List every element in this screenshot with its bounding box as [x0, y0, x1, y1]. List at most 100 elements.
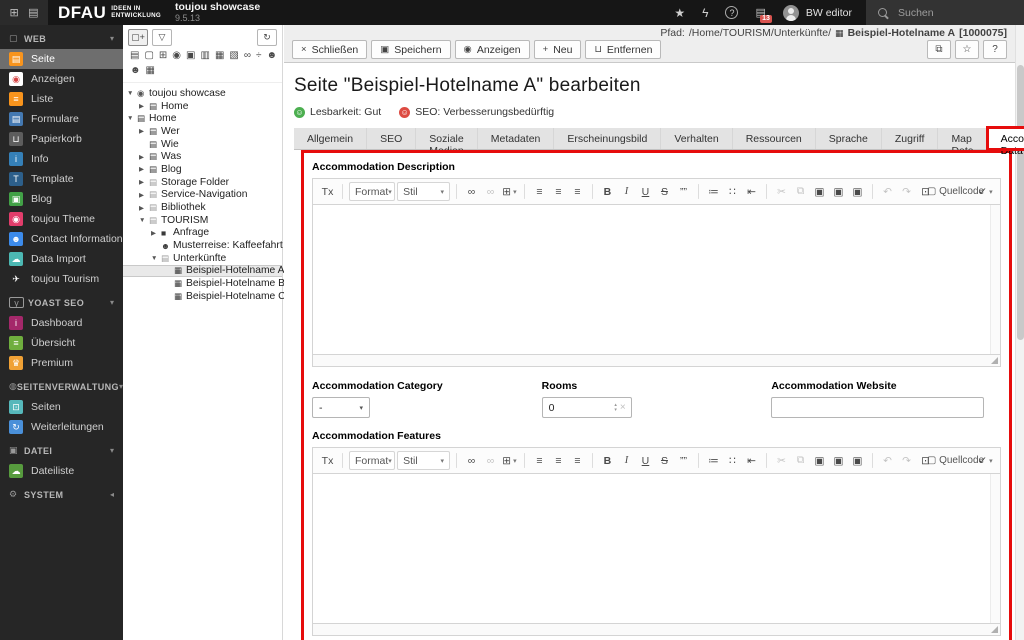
refresh-icon[interactable]: ↻ — [257, 29, 277, 46]
new-page-button[interactable]: ▢+ — [128, 29, 148, 46]
blockquote-button[interactable]: ”” — [675, 451, 692, 470]
search-input[interactable] — [898, 7, 1008, 19]
tree-item-anfrage[interactable]: ▶ ■ Anfrage — [123, 227, 282, 240]
help-button[interactable]: ? — [983, 40, 1007, 59]
tree-item-bibliothek[interactable]: ▶ ▤ Bibliothek — [123, 201, 282, 214]
spellcheck-button[interactable]: ✓ — [977, 451, 994, 470]
tree-item-toujou-showcase[interactable]: ▼ ◉ toujou showcase — [123, 87, 282, 100]
drag-page-type-icon[interactable]: ∞ — [244, 50, 251, 61]
tree-item-beispiel-hotelname-b[interactable]: ▦ Beispiel-Hotelname B — [123, 277, 282, 290]
filter-icon[interactable]: ▽ — [152, 29, 172, 46]
sidebar-item-dateiliste[interactable]: ☁ Dateiliste — [0, 461, 123, 481]
remove-format-button[interactable]: Tx — [319, 451, 336, 470]
drag-page-type-icon[interactable]: ☻ — [266, 50, 277, 61]
tab-map-data[interactable]: Map Data — [938, 128, 987, 149]
tab-zugriff[interactable]: Zugriff — [882, 128, 939, 149]
tree-caret-icon[interactable]: ▶ — [139, 178, 149, 186]
outdent-button[interactable]: ⇤ — [743, 451, 760, 470]
source-button[interactable]: ▢ Quellcode — [936, 451, 975, 470]
drag-page-type-icon[interactable]: ▧ — [229, 50, 238, 61]
align-left-button[interactable]: ≡ — [531, 451, 548, 470]
grid-menu-icon[interactable]: ⊞ — [9, 6, 18, 19]
sidebar-item-seite[interactable]: ▤ Seite — [0, 49, 123, 69]
underline-button[interactable]: U — [637, 182, 654, 201]
tree-caret-icon[interactable]: ▶ — [151, 229, 161, 237]
tree-caret-icon[interactable]: ▶ — [139, 153, 149, 161]
tab-metadaten[interactable]: Metadaten — [478, 128, 555, 149]
tree-item-unterkuenfte[interactable]: ▼ ▤ Unterkünfte — [123, 252, 282, 265]
user-name[interactable]: BW editor — [806, 7, 852, 19]
close-button[interactable]: × Schließen — [292, 40, 367, 59]
bold-button[interactable]: B — [599, 182, 616, 201]
new-button[interactable]: + Neu — [534, 40, 582, 59]
tree-caret-icon[interactable]: ▶ — [139, 102, 149, 110]
underline-button[interactable]: U — [637, 451, 654, 470]
tree-item-wer[interactable]: ▶ ▤ Wer — [123, 125, 282, 138]
bookmark-star-icon[interactable]: ★ — [674, 6, 685, 20]
sidebar-item-uebersicht[interactable]: ≡ Übersicht — [0, 333, 123, 353]
strikethrough-button[interactable]: S — [656, 182, 673, 201]
link-button[interactable]: ∞ — [463, 182, 480, 201]
paste-plain-button[interactable]: ▣ — [830, 182, 847, 201]
tree-caret-icon[interactable]: ▶ — [139, 127, 149, 135]
tree-item-beispiel-hotelname-a[interactable]: ▦ Beispiel-Hotelname A — [123, 265, 282, 278]
section-header-web[interactable]: ▢ WEB ▾ — [0, 25, 123, 49]
align-left-button[interactable]: ≡ — [531, 182, 548, 201]
tree-caret-icon[interactable]: ▶ — [139, 165, 149, 173]
website-input[interactable] — [771, 397, 984, 418]
tree-item-tourism[interactable]: ▼ ▤ TOURISM — [123, 214, 282, 227]
clear-cache-bolt-icon[interactable]: ϟ — [702, 6, 708, 20]
open-documents-icon[interactable]: ▤ 13 — [755, 6, 765, 19]
user-avatar[interactable] — [783, 5, 799, 21]
paste-button[interactable]: ▣ — [811, 451, 828, 470]
tree-item-musterreise-kaffeefahrt[interactable]: ☻ Musterreise: Kaffeefahrt — [123, 239, 282, 252]
tree-item-home[interactable]: ▼ ▤ Home — [123, 112, 282, 125]
main-scrollbar[interactable] — [1015, 25, 1024, 640]
sidebar-item-liste[interactable]: ≡ Liste — [0, 89, 123, 109]
tree-caret-icon[interactable]: ▼ — [151, 255, 161, 262]
tree-item-home-child[interactable]: ▶ ▤ Home — [123, 100, 282, 113]
description-editor-resize-handle[interactable] — [312, 355, 1001, 367]
blockquote-button[interactable]: ”” — [675, 182, 692, 201]
table-button[interactable]: ⊞ — [501, 451, 518, 470]
tree-caret-icon[interactable]: ▼ — [127, 115, 137, 122]
link-button[interactable]: ∞ — [463, 451, 480, 470]
align-right-button[interactable]: ≡ — [569, 182, 586, 201]
description-editor-area[interactable] — [312, 205, 1001, 355]
table-button[interactable]: ⊞ — [501, 182, 518, 201]
section-header-datei[interactable]: ▣ DATEI ▾ — [0, 437, 123, 461]
tab-seo[interactable]: SEO — [367, 128, 416, 149]
sidebar-item-dashboard[interactable]: i Dashboard — [0, 313, 123, 333]
tab-verhalten[interactable]: Verhalten — [661, 128, 732, 149]
section-header-yoast-seo[interactable]: y YOAST SEO ▾ — [0, 289, 123, 313]
open-in-new-window-button[interactable]: ⧉ — [927, 40, 951, 59]
sidebar-item-weiterleitungen[interactable]: ↻ Weiterleitungen — [0, 417, 123, 437]
tree-caret-icon[interactable]: ▼ — [139, 217, 149, 224]
delete-button[interactable]: ⊔ Entfernen — [585, 40, 661, 59]
sidebar-item-papierkorb[interactable]: ⊔ Papierkorb — [0, 129, 123, 149]
unordered-list-button[interactable]: ∷ — [724, 182, 741, 201]
sidebar-item-anzeigen[interactable]: ◉ Anzeigen — [0, 69, 123, 89]
style-select[interactable]: Stil — [397, 182, 450, 201]
sidebar-item-toujou-theme[interactable]: ◉ toujou Theme — [0, 209, 123, 229]
tree-item-storage-folder[interactable]: ▶ ▤ Storage Folder — [123, 176, 282, 189]
save-button[interactable]: ▣ Speichern — [371, 40, 450, 59]
help-icon[interactable]: ? — [725, 6, 738, 19]
align-center-button[interactable]: ≡ — [550, 451, 567, 470]
drag-page-type-icon[interactable]: ▦ — [215, 50, 224, 61]
tab-sprache[interactable]: Sprache — [816, 128, 882, 149]
module-list-icon[interactable]: ▤ — [28, 6, 38, 19]
source-button[interactable]: ▢ Quellcode — [936, 182, 975, 201]
sidebar-item-toujou-tourism[interactable]: ✈ toujou Tourism — [0, 269, 123, 289]
bookmark-button[interactable]: ☆ — [955, 40, 979, 59]
align-right-button[interactable]: ≡ — [569, 451, 586, 470]
italic-button[interactable]: I — [618, 451, 635, 470]
section-header-system[interactable]: ⚙ SYSTEM ◂ — [0, 481, 123, 505]
tree-item-blog[interactable]: ▶ ▤ Blog — [123, 163, 282, 176]
paste-word-button[interactable]: ▣ — [849, 182, 866, 201]
tree-caret-icon[interactable]: ▼ — [127, 90, 137, 97]
stepper-arrows-icon[interactable]: ▴▾ — [614, 403, 617, 412]
unordered-list-button[interactable]: ∷ — [724, 451, 741, 470]
tab-accommodation-data[interactable]: Accommodation Data — [988, 128, 1024, 149]
paste-plain-button[interactable]: ▣ — [830, 451, 847, 470]
